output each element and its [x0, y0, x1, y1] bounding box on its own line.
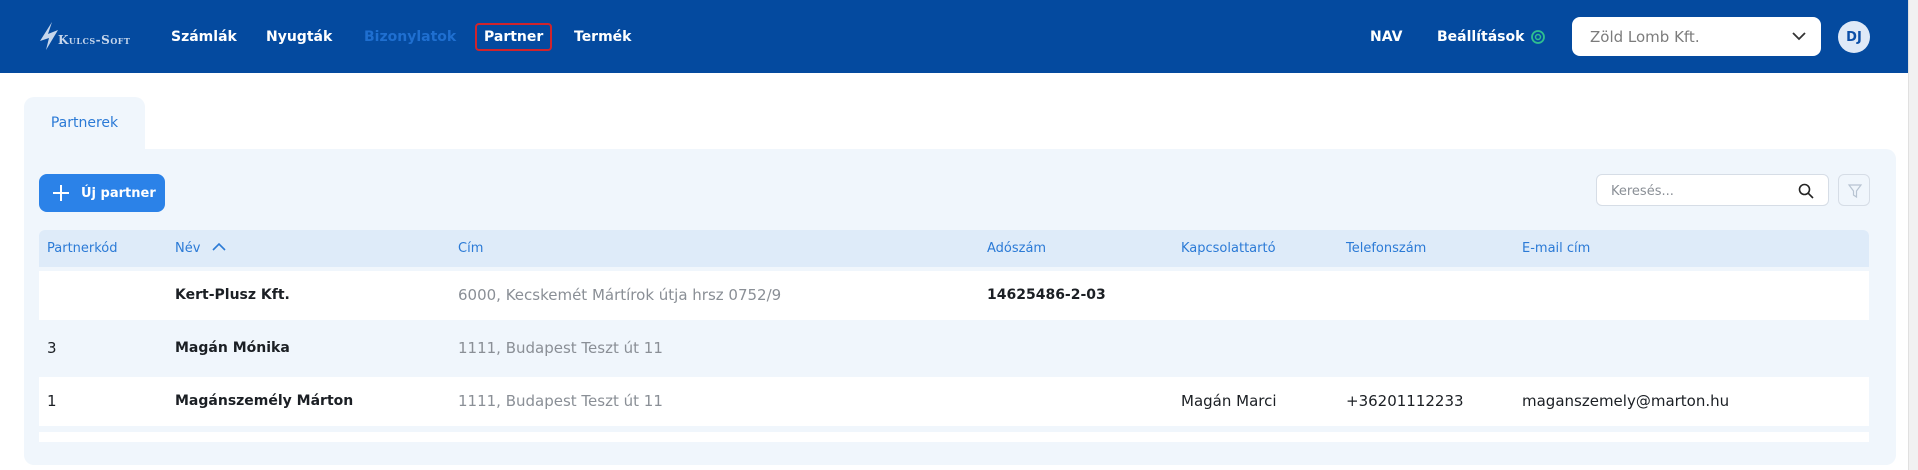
- column-header-nev[interactable]: Név: [175, 241, 227, 256]
- table-header: Partnerkód Név Cím Adószám Kapcsolattart…: [39, 230, 1869, 267]
- new-partner-label: Új partner: [81, 185, 156, 201]
- cell-address: 6000, Kecskemét Mártírok útja hrsz 0752/…: [458, 286, 782, 304]
- plus-icon: [53, 185, 69, 201]
- cell-code: 3: [47, 339, 57, 357]
- nav-nyugtak[interactable]: Nyugták: [266, 0, 332, 73]
- nav-termek[interactable]: Termék: [574, 0, 631, 73]
- nav-beallitasok[interactable]: Beállítások: [1437, 0, 1524, 73]
- cell-email: maganszemely@marton.hu: [1522, 392, 1730, 410]
- status-indicator-icon: [1531, 29, 1545, 44]
- nav-szamlak[interactable]: Számlák: [171, 0, 237, 73]
- search-icon[interactable]: [1798, 183, 1814, 199]
- column-header-email[interactable]: E-mail cím: [1522, 241, 1590, 256]
- top-navigation-bar: Kulcs-Soft Számlák Nyugták Bizonylatok P…: [0, 0, 1908, 73]
- company-select[interactable]: Zöld Lomb Kft.: [1572, 17, 1821, 56]
- sort-ascending-icon: [211, 242, 226, 251]
- cell-address: 1111, Budapest Teszt út 11: [458, 339, 663, 357]
- cell-name: Magánszemély Márton: [175, 393, 354, 409]
- filter-icon: [1847, 184, 1863, 199]
- cell-phone: +36201112233: [1346, 392, 1464, 410]
- chevron-down-icon: [1792, 32, 1806, 41]
- table-row[interactable]: 3 Magán Mónika 1111, Budapest Teszt út 1…: [39, 324, 1869, 373]
- table-row-partial: [39, 432, 1869, 442]
- column-header-label: Név: [175, 241, 201, 256]
- search-input[interactable]: [1611, 182, 1791, 200]
- nav-item-label: Termék: [574, 28, 632, 45]
- logo-text: Kulcs-Soft: [58, 33, 131, 47]
- nav-item-label-highlighted: Partner: [475, 22, 553, 51]
- column-header-kapcsolattarto[interactable]: Kapcsolattartó: [1181, 241, 1276, 256]
- cell-contact: Magán Marci: [1181, 392, 1277, 410]
- user-avatar[interactable]: DJ: [1838, 21, 1870, 53]
- cell-address: 1111, Budapest Teszt út 11: [458, 392, 663, 410]
- nav-bizonylatok[interactable]: Bizonylatok: [364, 0, 456, 73]
- nav-item-label: Nyugták: [266, 28, 333, 45]
- nav-partner[interactable]: Partner: [475, 0, 553, 73]
- cell-name: Magán Mónika: [175, 340, 290, 356]
- new-partner-button[interactable]: Új partner: [39, 174, 165, 212]
- cell-tax-number: 14625486-2-03: [987, 287, 1106, 303]
- nav-item-label: Számlák: [171, 28, 237, 45]
- nav-item-label: NAV: [1370, 28, 1403, 45]
- column-header-cim[interactable]: Cím: [458, 241, 483, 256]
- status-icon-wrapper[interactable]: [1530, 0, 1546, 73]
- tab-partnerek[interactable]: Partnerek: [24, 97, 145, 149]
- search-box: [1596, 174, 1829, 206]
- nav-nav[interactable]: NAV: [1370, 0, 1402, 73]
- user-initials: DJ: [1846, 29, 1862, 45]
- column-header-adoszam[interactable]: Adószám: [987, 241, 1046, 256]
- nav-item-label: Beállítások: [1437, 28, 1525, 45]
- filter-button[interactable]: [1838, 174, 1870, 206]
- cell-name: Kert-Plusz Kft.: [175, 287, 290, 303]
- tab-label: Partnerek: [50, 115, 119, 131]
- company-select-value: Zöld Lomb Kft.: [1590, 27, 1700, 46]
- table-row[interactable]: 1 Magánszemély Márton 1111, Budapest Tes…: [39, 377, 1869, 426]
- page-scrollbar[interactable]: [1908, 0, 1918, 470]
- nav-item-label: Bizonylatok: [364, 28, 457, 45]
- kulcs-soft-logo[interactable]: Kulcs-Soft: [38, 20, 138, 54]
- table-row[interactable]: Kert-Plusz Kft. 6000, Kecskemét Mártírok…: [39, 271, 1869, 320]
- column-header-telefonszam[interactable]: Telefonszám: [1346, 241, 1426, 256]
- column-header-partnerkod[interactable]: Partnerkód: [47, 241, 118, 256]
- cell-code: 1: [47, 392, 57, 410]
